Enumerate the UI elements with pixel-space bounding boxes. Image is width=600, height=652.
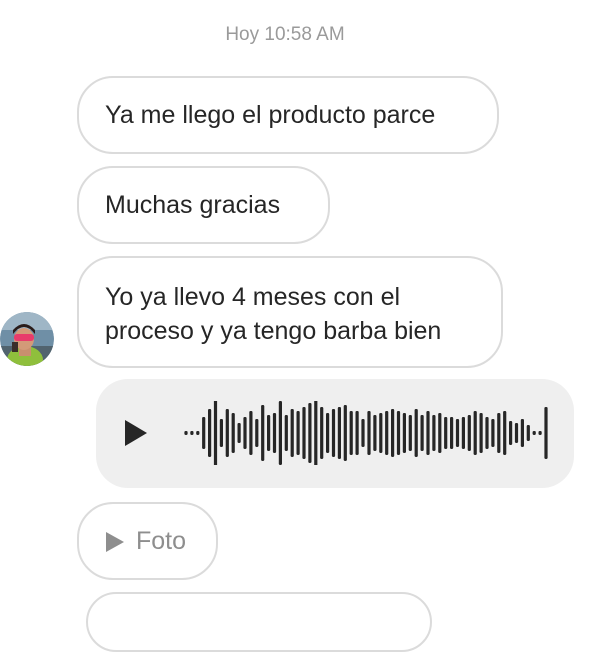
waveform-bar (520, 419, 524, 447)
chat-thread: Hoy 10:58 AM Ya me llego el producto par… (0, 0, 600, 652)
waveform-bar (503, 411, 507, 455)
voice-message[interactable] (96, 379, 574, 488)
waveform-bar (385, 411, 389, 455)
waveform-bar (473, 411, 477, 455)
waveform-bar (213, 401, 218, 465)
waveform-bar (361, 419, 365, 447)
avatar-image (0, 312, 54, 366)
waveform-bar (243, 417, 247, 449)
waveform-bar (337, 407, 341, 459)
waveform-bar (202, 417, 206, 449)
waveform-bar (426, 411, 430, 455)
waveform-bar (444, 417, 448, 449)
waveform-bar (219, 419, 223, 447)
play-triangle-icon (106, 532, 124, 552)
waveform-bar (461, 417, 465, 449)
waveform-bar (308, 403, 312, 463)
waveform-bar (225, 409, 229, 457)
waveform-bar (249, 411, 253, 455)
waveform-bar (485, 417, 489, 449)
waveform-bar (544, 407, 548, 459)
waveform-bar (190, 431, 194, 435)
waveform-bar (296, 411, 300, 455)
waveform-bar (455, 419, 460, 447)
waveform-bar (290, 409, 294, 457)
waveform-bar (509, 421, 513, 445)
waveform-bar (526, 425, 530, 441)
message-text: Muchas gracias (105, 191, 281, 219)
waveform-bar (414, 409, 418, 457)
message-text: Ya me llego el producto parce (105, 101, 436, 129)
waveform-bar (208, 409, 212, 457)
waveform-bar (326, 413, 330, 453)
message-bubble[interactable]: Muchas gracias (77, 166, 330, 244)
waveform-bar (237, 423, 241, 443)
waveform-bar (491, 419, 495, 447)
waveform-bar (450, 417, 454, 449)
sender-avatar[interactable] (0, 312, 54, 366)
waveform-bar (408, 415, 412, 451)
waveform-bar (379, 413, 383, 453)
waveform-bar (284, 415, 288, 451)
waveform-bar (373, 415, 377, 451)
message-bubble[interactable]: Ya me llego el producto parce (77, 76, 499, 154)
message-bubble[interactable]: Yo ya llevo 4 meses con el proceso y ya … (77, 256, 503, 368)
waveform-bar (302, 407, 306, 459)
waveform-bar (367, 411, 371, 455)
waveform-bar (497, 413, 501, 453)
waveform-bar (514, 423, 519, 443)
waveform-bar (331, 409, 336, 457)
message-text-line: proceso y ya tengo barba bien (105, 317, 442, 345)
waveform-bar (396, 411, 401, 455)
waveform-bar (255, 419, 259, 447)
waveform-bar (391, 409, 395, 457)
play-icon[interactable] (123, 419, 149, 447)
waveform-bar (467, 415, 471, 451)
waveform-bar (420, 415, 424, 451)
waveform-bar (532, 431, 536, 435)
waveform-bar (267, 415, 271, 451)
waveform-bar (314, 401, 318, 465)
waveform-bar (343, 405, 347, 461)
waveform[interactable] (184, 401, 554, 465)
waveform-bar (349, 411, 353, 455)
photo-message[interactable]: Foto (77, 502, 218, 580)
waveform-bar (432, 415, 436, 451)
message-timestamp: Hoy 10:58 AM (225, 24, 345, 45)
waveform-bar (261, 405, 265, 461)
waveform-bar (320, 407, 324, 459)
waveform-bar (355, 411, 359, 455)
message-bubble-partial[interactable] (86, 592, 432, 652)
waveform-bar (438, 413, 442, 453)
waveform-bar (272, 413, 277, 453)
photo-label: Foto (136, 527, 187, 555)
waveform-bar (184, 431, 188, 435)
waveform-bar (231, 413, 235, 453)
message-text-line: Yo ya llevo 4 meses con el (105, 283, 401, 311)
waveform-bar (402, 413, 406, 453)
waveform-bar (479, 413, 483, 453)
waveform-bar (538, 431, 542, 435)
waveform-bar (278, 401, 282, 465)
waveform-bar (196, 431, 200, 435)
